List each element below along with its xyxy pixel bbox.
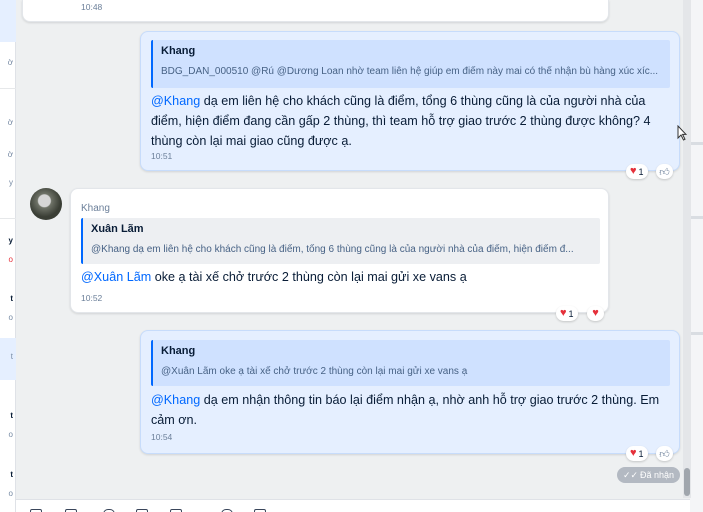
- conversation-item-fragment[interactable]: o: [0, 313, 16, 322]
- scrollbar-thumb[interactable]: [684, 468, 690, 496]
- message-time: 10:52: [81, 293, 103, 303]
- heart-icon: ♥: [560, 307, 567, 319]
- quoted-sender-name: Khang: [161, 45, 196, 57]
- delivery-status-badge: ✓✓ Đã nhận: [617, 467, 680, 483]
- list-divider: [0, 218, 16, 219]
- conversation-list-edge: ờ ờ ờ y y o t o t t o t o: [0, 0, 16, 512]
- list-divider: [0, 88, 16, 89]
- message-text: @Khang dạ em liên hệ cho khách cũng là đ…: [151, 91, 676, 151]
- like-reaction-button[interactable]: 👍︎: [656, 164, 673, 179]
- heart-icon: ♥: [630, 447, 637, 459]
- mention-link[interactable]: @Xuân Lãm: [81, 270, 151, 284]
- message-body: dạ em liên hệ cho khách cũng là điểm, tổ…: [151, 94, 651, 148]
- message-text: @Xuân Lãm oke ạ tài xế chở trước 2 thùng…: [81, 267, 601, 287]
- conversation-item-fragment[interactable]: t: [0, 352, 16, 361]
- reaction-count: 1: [568, 308, 574, 319]
- conversation-item-fragment[interactable]: t: [0, 470, 16, 479]
- side-panel-edge: [690, 0, 703, 512]
- message-bubble-incoming[interactable]: Khang Xuân Lãm @Khang dạ em liên hệ cho …: [70, 188, 609, 313]
- double-check-icon: ✓✓: [622, 469, 639, 480]
- scrollbar-track[interactable]: [683, 0, 691, 498]
- conversation-item-selected[interactable]: [0, 0, 16, 42]
- quoted-text: BDG_DAN_000510 @Rú @Dương Loan nhờ team …: [161, 66, 659, 77]
- message-time: 10:48: [81, 2, 103, 12]
- quoted-text: @Khang dạ em liên hệ cho khách cũng là đ…: [91, 244, 574, 255]
- message-bubble-outgoing[interactable]: Khang @Xuân Lãm oke ạ tài xế chở trước 2…: [140, 330, 680, 454]
- quoted-text: @Xuân Lãm oke ạ tài xế chở trước 2 thùng…: [161, 366, 468, 377]
- message-time: 10:54: [151, 432, 173, 442]
- composer-toolbar: [16, 499, 690, 512]
- message-bubble-outgoing[interactable]: Khang BDG_DAN_000510 @Rú @Dương Loan nhờ…: [140, 31, 680, 171]
- conversation-item-fragment[interactable]: ờ: [0, 58, 16, 67]
- quoted-sender-name: Khang: [161, 345, 196, 357]
- quoted-sender-name: Xuân Lãm: [91, 223, 144, 235]
- message-text: @Khang dạ em nhận thông tin báo lại điểm…: [151, 390, 676, 430]
- reaction-count: 1: [638, 166, 644, 177]
- sender-name: Khang: [81, 203, 110, 214]
- message-body: dạ em nhận thông tin báo lại điểm nhận ạ…: [151, 393, 660, 427]
- mention-link[interactable]: @Khang: [151, 393, 200, 407]
- heart-icon: ♥: [630, 165, 637, 177]
- heart-icon: ♥: [592, 307, 599, 319]
- avatar[interactable]: [30, 188, 62, 220]
- heart-reaction-button[interactable]: ♥: [587, 306, 604, 321]
- conversation-item-fragment[interactable]: ờ: [0, 118, 16, 127]
- mention-link[interactable]: @Khang: [151, 94, 200, 108]
- like-reaction-button[interactable]: 👍︎: [656, 446, 673, 461]
- reaction-summary[interactable]: ♥ 1: [556, 306, 578, 321]
- conversation-item-fragment[interactable]: t: [0, 411, 16, 420]
- conversation-item-fragment[interactable]: y: [0, 178, 16, 187]
- quoted-message[interactable]: Xuân Lãm @Khang dạ em liên hệ cho khách …: [81, 218, 600, 264]
- reaction-summary[interactable]: ♥ 1: [626, 446, 648, 461]
- conversation-item-fragment[interactable]: o: [0, 489, 16, 498]
- conversation-item-fragment[interactable]: t: [0, 294, 16, 303]
- message-body: oke ạ tài xế chở trước 2 thùng còn lại m…: [151, 270, 467, 284]
- delivery-status-label: Đã nhận: [640, 470, 675, 480]
- thumbs-up-icon: 👍︎: [659, 166, 670, 178]
- conversation-item-fragment[interactable]: y: [0, 236, 16, 245]
- thumbs-up-icon: 👍︎: [659, 448, 670, 460]
- conversation-item-fragment[interactable]: o: [0, 430, 16, 439]
- mouse-pointer-icon: [677, 125, 687, 141]
- message-time: 10:51: [151, 151, 173, 161]
- quoted-message[interactable]: Khang BDG_DAN_000510 @Rú @Dương Loan nhờ…: [151, 40, 670, 88]
- quoted-message[interactable]: Khang @Xuân Lãm oke ạ tài xế chở trước 2…: [151, 340, 670, 386]
- conversation-item-fragment[interactable]: ờ: [0, 150, 16, 159]
- reaction-summary[interactable]: ♥ 1: [626, 164, 648, 179]
- conversation-item-fragment[interactable]: o: [0, 255, 16, 264]
- reaction-count: 1: [638, 448, 644, 459]
- message-bubble-previous[interactable]: 10:48: [22, 0, 609, 22]
